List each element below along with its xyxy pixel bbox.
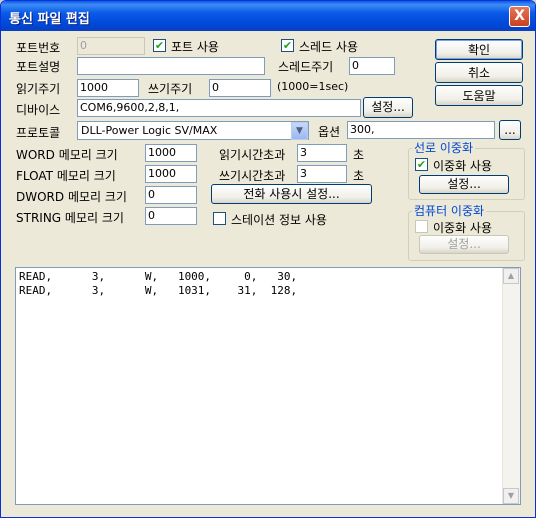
device-label: 디바이스: [16, 103, 61, 117]
write-cycle-label: 쓰기주기: [148, 82, 193, 96]
option-browse-button[interactable]: ...: [499, 120, 521, 140]
protocol-label: 프로토콜: [16, 126, 61, 140]
line-redundancy-title: 선로 이중화: [412, 139, 476, 156]
computer-redundancy-use-label: 이중화 사용: [433, 221, 493, 235]
port-number-field[interactable]: 0: [77, 37, 145, 55]
dialog-window: 통신 파일 편집 X 포트번호 0 ✔ 포트 사용 ✔ 스레드 사용 포트설명 …: [0, 0, 536, 518]
computer-redundancy-checkbox[interactable]: [415, 220, 428, 233]
port-number-label: 포트번호: [16, 41, 61, 55]
port-use-label: 포트 사용: [171, 40, 219, 54]
close-button[interactable]: X: [509, 6, 530, 27]
read-timeout-field[interactable]: 3: [297, 144, 347, 162]
dword-memory-field[interactable]: 0: [145, 186, 197, 204]
read-timeout-unit: 초: [353, 148, 365, 162]
float-memory-label: FLOAT 메모리 크기: [16, 169, 116, 183]
chevron-down-icon[interactable]: ▼: [291, 122, 308, 140]
port-use-checkbox[interactable]: ✔: [153, 39, 166, 52]
option-label: 옵션: [318, 125, 341, 139]
cycle-unit-note: (1000=1sec): [277, 80, 349, 93]
line-redundancy-settings-button[interactable]: 설정...: [419, 175, 509, 194]
protocol-select[interactable]: DLL-Power Logic SV/MAX ▼: [77, 121, 309, 140]
title-bar[interactable]: 통신 파일 편집 X: [1, 1, 535, 31]
float-memory-field[interactable]: 1000: [145, 165, 197, 183]
option-field[interactable]: 300,: [347, 121, 495, 139]
scroll-down-icon[interactable]: ▼: [503, 488, 519, 504]
protocol-selected-value: DLL-Power Logic SV/MAX: [81, 124, 218, 137]
scroll-up-icon[interactable]: ▲: [503, 268, 519, 284]
thread-use-checkbox[interactable]: ✔: [281, 39, 294, 52]
computer-redundancy-title: 컴퓨터 이중화: [412, 202, 487, 219]
vertical-scrollbar[interactable]: ▲ ▼: [502, 268, 520, 504]
write-timeout-label: 쓰기시간초과: [219, 169, 286, 183]
write-cycle-field[interactable]: 0: [209, 79, 271, 97]
read-cycle-label: 읽기주기: [16, 82, 61, 96]
write-timeout-field[interactable]: 3: [297, 165, 347, 183]
cancel-button[interactable]: 취소: [435, 62, 523, 83]
line-redundancy-checkbox[interactable]: ✔: [415, 158, 428, 171]
station-info-checkbox[interactable]: [213, 212, 226, 225]
string-memory-field[interactable]: 0: [145, 207, 197, 225]
command-line: READ, 3, W, 1000, 0, 30,: [19, 270, 298, 283]
station-info-label: 스테이션 정보 사용: [231, 213, 327, 227]
device-settings-button[interactable]: 설정...: [363, 97, 413, 118]
dialog-client: 포트번호 0 ✔ 포트 사용 ✔ 스레드 사용 포트설명 스레드주기 0 읽기주…: [5, 31, 531, 513]
computer-redundancy-settings-button[interactable]: 설정...: [419, 235, 509, 254]
phone-settings-button[interactable]: 전화 사용시 설정...: [211, 184, 372, 204]
window-title: 통신 파일 편집: [9, 12, 90, 27]
word-memory-field[interactable]: 1000: [145, 144, 197, 162]
read-timeout-label: 읽기시간초과: [219, 148, 286, 162]
line-redundancy-use-label: 이중화 사용: [433, 159, 493, 173]
ok-button[interactable]: 확인: [435, 39, 523, 60]
device-field[interactable]: COM6,9600,2,8,1,: [77, 99, 361, 117]
command-line: READ, 3, W, 1031, 31, 128,: [19, 284, 298, 297]
write-timeout-unit: 초: [353, 169, 365, 183]
word-memory-label: WORD 메모리 크기: [16, 148, 118, 162]
read-cycle-field[interactable]: 1000: [77, 79, 139, 97]
port-desc-label: 포트설명: [16, 60, 61, 74]
string-memory-label: STRING 메모리 크기: [16, 211, 124, 225]
dword-memory-label: DWORD 메모리 크기: [16, 190, 127, 204]
command-list[interactable]: READ, 3, W, 1000, 0, 30, READ, 3, W, 103…: [15, 267, 521, 505]
port-desc-field[interactable]: [77, 57, 265, 75]
help-button[interactable]: 도움말: [435, 85, 523, 106]
thread-use-label: 스레드 사용: [299, 40, 359, 54]
thread-period-label: 스레드주기: [278, 60, 334, 74]
thread-period-field[interactable]: 0: [349, 57, 395, 75]
